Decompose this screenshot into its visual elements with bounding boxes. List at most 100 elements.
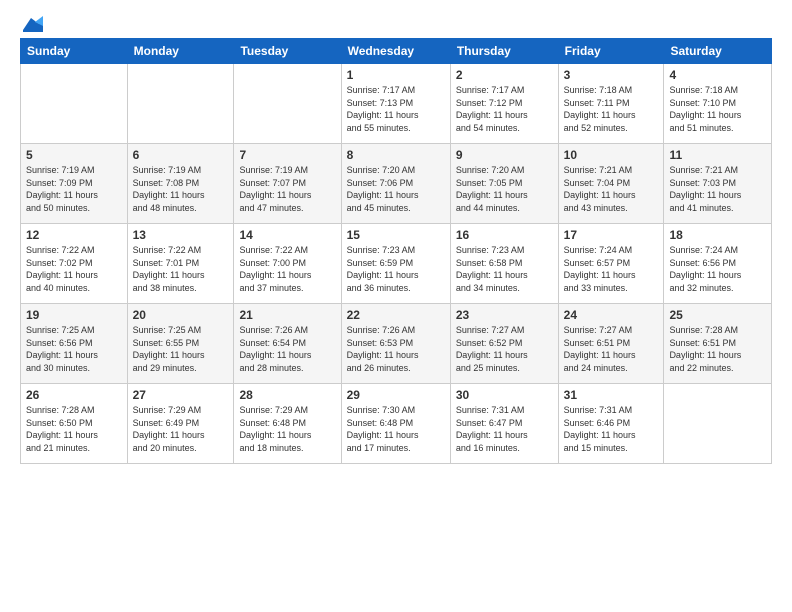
logo-icon (21, 16, 43, 32)
day-info: Sunrise: 7:27 AM Sunset: 6:51 PM Dayligh… (564, 324, 659, 374)
day-number: 9 (456, 148, 553, 162)
day-info: Sunrise: 7:22 AM Sunset: 7:02 PM Dayligh… (26, 244, 122, 294)
calendar-cell: 3Sunrise: 7:18 AM Sunset: 7:11 PM Daylig… (558, 64, 664, 144)
day-number: 17 (564, 228, 659, 242)
day-number: 10 (564, 148, 659, 162)
calendar-cell: 30 Sunrise: 7:31 AM Sunset: 6:47 PM Dayli… (450, 384, 558, 464)
day-number: 1 (347, 68, 445, 82)
day-info: Sunrise: 7:31 AM Sunset: 6:46 PM Dayligh… (564, 404, 659, 454)
col-wednesday: Wednesday (341, 39, 450, 64)
day-number: 23 (456, 308, 553, 322)
day-number: 2 (456, 68, 553, 82)
day-info: Sunrise: 7:21 AM Sunset: 7:03 PM Dayligh… (669, 164, 766, 214)
day-number: 28 (239, 388, 335, 402)
day-number: 14 (239, 228, 335, 242)
day-info: Sunrise: 7:18 AM Sunset: 7:10 PM Dayligh… (669, 84, 766, 134)
day-number: 26 (26, 388, 122, 402)
day-number: 30 (456, 388, 553, 402)
calendar-cell: 28 Sunrise: 7:29 AM Sunset: 6:48 PM Dayli… (234, 384, 341, 464)
page: Sunday Monday Tuesday Wednesday Thursday… (0, 0, 792, 612)
calendar-header-row: Sunday Monday Tuesday Wednesday Thursday… (21, 39, 772, 64)
calendar-cell: 27Sunrise: 7:29 AM Sunset: 6:49 PM Dayli… (127, 384, 234, 464)
calendar-cell: 19 Sunrise: 7:25 AM Sunset: 6:56 PM Dayli… (21, 304, 128, 384)
day-info: Sunrise: 7:19 AM Sunset: 7:07 PM Dayligh… (239, 164, 335, 214)
day-info: Sunrise: 7:23 AM Sunset: 6:58 PM Dayligh… (456, 244, 553, 294)
col-sunday: Sunday (21, 39, 128, 64)
calendar-cell (127, 64, 234, 144)
day-info: Sunrise: 7:27 AM Sunset: 6:52 PM Dayligh… (456, 324, 553, 374)
day-info: Sunrise: 7:22 AM Sunset: 7:00 PM Dayligh… (239, 244, 335, 294)
calendar-cell: 4 Sunrise: 7:18 AM Sunset: 7:10 PM Daylig… (664, 64, 772, 144)
col-thursday: Thursday (450, 39, 558, 64)
calendar-cell: 5 Sunrise: 7:19 AM Sunset: 7:09 PM Daylig… (21, 144, 128, 224)
day-info: Sunrise: 7:26 AM Sunset: 6:54 PM Dayligh… (239, 324, 335, 374)
day-info: Sunrise: 7:29 AM Sunset: 6:48 PM Dayligh… (239, 404, 335, 454)
day-info: Sunrise: 7:24 AM Sunset: 6:57 PM Dayligh… (564, 244, 659, 294)
day-number: 11 (669, 148, 766, 162)
day-number: 7 (239, 148, 335, 162)
calendar-cell: 10 Sunrise: 7:21 AM Sunset: 7:04 PM Dayli… (558, 144, 664, 224)
day-info: Sunrise: 7:21 AM Sunset: 7:04 PM Dayligh… (564, 164, 659, 214)
day-number: 6 (133, 148, 229, 162)
day-number: 25 (669, 308, 766, 322)
logo (20, 16, 44, 28)
calendar-cell: 7 Sunrise: 7:19 AM Sunset: 7:07 PM Daylig… (234, 144, 341, 224)
calendar-cell: 22Sunrise: 7:26 AM Sunset: 6:53 PM Dayli… (341, 304, 450, 384)
day-number: 5 (26, 148, 122, 162)
day-info: Sunrise: 7:25 AM Sunset: 6:55 PM Dayligh… (133, 324, 229, 374)
day-number: 24 (564, 308, 659, 322)
calendar-cell: 14 Sunrise: 7:22 AM Sunset: 7:00 PM Dayli… (234, 224, 341, 304)
calendar: Sunday Monday Tuesday Wednesday Thursday… (20, 38, 772, 464)
day-number: 16 (456, 228, 553, 242)
calendar-cell: 15 Sunrise: 7:23 AM Sunset: 6:59 PM Dayli… (341, 224, 450, 304)
day-info: Sunrise: 7:20 AM Sunset: 7:05 PM Dayligh… (456, 164, 553, 214)
day-info: Sunrise: 7:20 AM Sunset: 7:06 PM Dayligh… (347, 164, 445, 214)
day-number: 21 (239, 308, 335, 322)
day-info: Sunrise: 7:18 AM Sunset: 7:11 PM Dayligh… (564, 84, 659, 134)
calendar-cell: 26Sunrise: 7:28 AM Sunset: 6:50 PM Dayli… (21, 384, 128, 464)
day-info: Sunrise: 7:25 AM Sunset: 6:56 PM Dayligh… (26, 324, 122, 374)
day-info: Sunrise: 7:17 AM Sunset: 7:12 PM Dayligh… (456, 84, 553, 134)
calendar-cell: 6 Sunrise: 7:19 AM Sunset: 7:08 PM Daylig… (127, 144, 234, 224)
calendar-cell: 2 Sunrise: 7:17 AM Sunset: 7:12 PM Daylig… (450, 64, 558, 144)
day-number: 19 (26, 308, 122, 322)
day-info: Sunrise: 7:23 AM Sunset: 6:59 PM Dayligh… (347, 244, 445, 294)
calendar-cell: 16 Sunrise: 7:23 AM Sunset: 6:58 PM Dayli… (450, 224, 558, 304)
day-number: 15 (347, 228, 445, 242)
col-saturday: Saturday (664, 39, 772, 64)
day-info: Sunrise: 7:24 AM Sunset: 6:56 PM Dayligh… (669, 244, 766, 294)
calendar-cell: 23 Sunrise: 7:27 AM Sunset: 6:52 PM Dayli… (450, 304, 558, 384)
calendar-week-row: 1 Sunrise: 7:17 AM Sunset: 7:13 PM Daylig… (21, 64, 772, 144)
calendar-cell: 11 Sunrise: 7:21 AM Sunset: 7:03 PM Dayli… (664, 144, 772, 224)
day-info: Sunrise: 7:19 AM Sunset: 7:08 PM Dayligh… (133, 164, 229, 214)
day-number: 22 (347, 308, 445, 322)
calendar-cell (21, 64, 128, 144)
calendar-week-row: 26Sunrise: 7:28 AM Sunset: 6:50 PM Dayli… (21, 384, 772, 464)
day-info: Sunrise: 7:28 AM Sunset: 6:51 PM Dayligh… (669, 324, 766, 374)
calendar-cell: 21 Sunrise: 7:26 AM Sunset: 6:54 PM Dayli… (234, 304, 341, 384)
calendar-week-row: 12 Sunrise: 7:22 AM Sunset: 7:02 PM Dayli… (21, 224, 772, 304)
calendar-cell (664, 384, 772, 464)
calendar-cell: 18Sunrise: 7:24 AM Sunset: 6:56 PM Dayli… (664, 224, 772, 304)
day-number: 31 (564, 388, 659, 402)
day-number: 4 (669, 68, 766, 82)
calendar-cell: 29Sunrise: 7:30 AM Sunset: 6:48 PM Dayli… (341, 384, 450, 464)
header (20, 16, 772, 28)
day-number: 12 (26, 228, 122, 242)
calendar-week-row: 5 Sunrise: 7:19 AM Sunset: 7:09 PM Daylig… (21, 144, 772, 224)
day-info: Sunrise: 7:22 AM Sunset: 7:01 PM Dayligh… (133, 244, 229, 294)
day-info: Sunrise: 7:19 AM Sunset: 7:09 PM Dayligh… (26, 164, 122, 214)
day-info: Sunrise: 7:31 AM Sunset: 6:47 PM Dayligh… (456, 404, 553, 454)
calendar-cell: 25 Sunrise: 7:28 AM Sunset: 6:51 PM Dayli… (664, 304, 772, 384)
calendar-cell: 9 Sunrise: 7:20 AM Sunset: 7:05 PM Daylig… (450, 144, 558, 224)
day-info: Sunrise: 7:30 AM Sunset: 6:48 PM Dayligh… (347, 404, 445, 454)
day-number: 8 (347, 148, 445, 162)
day-number: 20 (133, 308, 229, 322)
col-friday: Friday (558, 39, 664, 64)
calendar-cell: 17 Sunrise: 7:24 AM Sunset: 6:57 PM Dayli… (558, 224, 664, 304)
day-info: Sunrise: 7:17 AM Sunset: 7:13 PM Dayligh… (347, 84, 445, 134)
calendar-cell: 20 Sunrise: 7:25 AM Sunset: 6:55 PM Dayli… (127, 304, 234, 384)
calendar-cell: 1 Sunrise: 7:17 AM Sunset: 7:13 PM Daylig… (341, 64, 450, 144)
col-tuesday: Tuesday (234, 39, 341, 64)
calendar-cell (234, 64, 341, 144)
